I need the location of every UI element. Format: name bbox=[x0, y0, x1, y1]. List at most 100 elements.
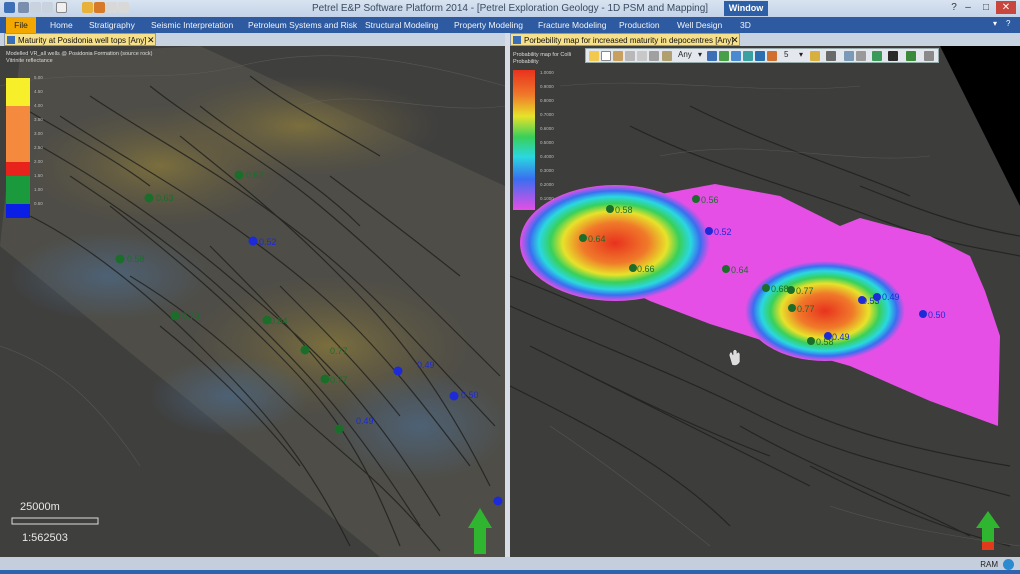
map-window-icon bbox=[513, 36, 521, 44]
well-marker[interactable]: 0.73 bbox=[170, 311, 200, 321]
settings-icon[interactable] bbox=[662, 51, 672, 61]
close-tab-icon[interactable]: ✕ bbox=[147, 34, 155, 46]
legend-swatch bbox=[6, 92, 30, 106]
legend-title: Probability map for Colli bbox=[513, 52, 572, 58]
filter-dropdown-arrow-icon[interactable]: ▾ bbox=[698, 50, 702, 59]
chart-icon[interactable] bbox=[856, 51, 866, 61]
info-icon[interactable] bbox=[649, 51, 659, 61]
probability-hotspot bbox=[520, 185, 710, 301]
legend-tick: 3.00 bbox=[34, 131, 43, 136]
well-marker[interactable]: 0.49 bbox=[873, 292, 900, 302]
close-tab-icon[interactable]: ✕ bbox=[731, 34, 739, 46]
ribbon-help-icon[interactable]: ? bbox=[1006, 19, 1010, 28]
legend-tick: 2.00 bbox=[34, 159, 43, 164]
pointer-icon[interactable] bbox=[601, 51, 611, 61]
well-label: 0.58 bbox=[127, 254, 145, 264]
legend-tick: 0.7000 bbox=[540, 112, 554, 117]
restore-button[interactable]: □ bbox=[976, 1, 996, 14]
legend-tick: 0.50 bbox=[34, 201, 43, 206]
well-label: 0.66 bbox=[637, 264, 655, 274]
home-view-icon[interactable] bbox=[707, 51, 717, 61]
maturity-zone bbox=[160, 76, 440, 176]
well-marker[interactable]: 0.58 bbox=[115, 254, 145, 264]
menu-stratigraphy[interactable]: Stratigraphy bbox=[89, 17, 135, 33]
well-marker[interactable] bbox=[493, 496, 503, 506]
step-value[interactable]: 5 bbox=[784, 50, 788, 59]
right-map-canvas[interactable]: 0.58 0.64 0.66 0.56 0.52 0.64 0.68 0.77 … bbox=[510, 46, 1020, 557]
right-map-window: Porbebility map for increased maturity i… bbox=[510, 33, 1020, 557]
legend-tick: 0.6000 bbox=[540, 126, 554, 131]
well-label: 0.62 bbox=[246, 170, 264, 180]
window-tab[interactable]: Window bbox=[724, 1, 768, 16]
legend-tick: 0.5000 bbox=[540, 140, 554, 145]
well-marker[interactable]: 0.63 bbox=[144, 193, 174, 203]
low-maturity-zone bbox=[10, 231, 210, 321]
tab-maturity-map[interactable]: Maturity at Posidonia well tops [Any] ✕ bbox=[4, 33, 156, 46]
menu-structural-modeling[interactable]: Structural Modeling bbox=[365, 17, 438, 33]
well-label: 0.63 bbox=[156, 193, 174, 203]
zoom-in-icon[interactable] bbox=[731, 51, 741, 61]
well-marker[interactable]: 0.52 bbox=[248, 236, 277, 248]
globe-icon[interactable] bbox=[906, 51, 916, 61]
status-globe-icon[interactable] bbox=[1003, 559, 1014, 570]
probability-color-legend bbox=[513, 70, 535, 210]
measure-icon[interactable] bbox=[625, 51, 635, 61]
well-label: 0.77 bbox=[330, 346, 348, 356]
menu-property-modeling[interactable]: Property Modeling bbox=[454, 17, 523, 33]
legend-tick: 5.00 bbox=[34, 75, 43, 80]
step-dropdown-arrow-icon[interactable]: ▾ bbox=[799, 50, 803, 59]
palette-icon[interactable] bbox=[810, 51, 820, 61]
light-icon[interactable] bbox=[767, 51, 777, 61]
pin-icon[interactable] bbox=[924, 51, 934, 61]
well-label: 0.49 bbox=[832, 332, 850, 342]
close-button[interactable]: ✕ bbox=[996, 1, 1016, 14]
well-label: 0.52 bbox=[259, 237, 277, 247]
menu-well-design[interactable]: Well Design bbox=[677, 17, 722, 33]
well-label: 0.49 bbox=[882, 292, 900, 302]
well-marker[interactable]: 0.77 bbox=[320, 374, 348, 386]
well-marker[interactable]: 0.62 bbox=[234, 170, 264, 180]
minimize-button[interactable]: – bbox=[958, 1, 978, 14]
legend-tick: 2.50 bbox=[34, 145, 43, 150]
filter-dropdown[interactable]: Any bbox=[678, 50, 692, 59]
well-label: 0.73 bbox=[182, 311, 200, 321]
menu-seismic-interpretation[interactable]: Seismic Interpretation bbox=[151, 17, 233, 33]
ram-indicator: RAM bbox=[980, 560, 998, 569]
menu-home[interactable]: Home bbox=[50, 17, 73, 33]
select-icon[interactable] bbox=[589, 51, 599, 61]
legend-tick: 3.50 bbox=[34, 117, 43, 122]
tab-probability-map[interactable]: Porbebility map for increased maturity i… bbox=[510, 33, 740, 46]
left-map-window: Maturity at Posidonia well tops [Any] ✕ bbox=[0, 33, 505, 557]
title-bar: Petrel E&P Software Platform 2014 - [Pet… bbox=[0, 0, 1020, 17]
ribbon-collapse-icon[interactable]: ▾ bbox=[993, 19, 997, 28]
map-icon[interactable] bbox=[872, 51, 882, 61]
menu-petroleum-systems[interactable]: Petroleum Systems and Risk bbox=[248, 17, 357, 33]
taskbar-strip bbox=[0, 570, 1020, 574]
well-label: 0.52 bbox=[714, 227, 732, 237]
well-label: 0.77 bbox=[796, 286, 814, 296]
low-maturity-zone bbox=[150, 356, 310, 436]
well-label: 0.77 bbox=[797, 304, 815, 314]
well-label: 0.58 bbox=[615, 205, 633, 215]
menu-3d[interactable]: 3D bbox=[740, 17, 751, 33]
left-map-canvas[interactable]: 0.62 0.52 0.63 0.58 0.84 0.73 0.77 0.77 … bbox=[0, 46, 505, 557]
zoom-out-icon[interactable] bbox=[743, 51, 753, 61]
fit-view-icon[interactable] bbox=[719, 51, 729, 61]
menu-file[interactable]: File bbox=[6, 17, 36, 33]
well-marker[interactable]: 0.50 bbox=[449, 390, 479, 401]
link-icon[interactable] bbox=[844, 51, 854, 61]
window-title: Petrel E&P Software Platform 2014 - [Pet… bbox=[311, 3, 709, 14]
legend-tick: 0.4000 bbox=[540, 154, 554, 159]
legend-swatch bbox=[6, 120, 30, 134]
camera-icon[interactable] bbox=[826, 51, 836, 61]
well-label: 0.49 bbox=[417, 360, 435, 370]
well-marker[interactable]: 0.84 bbox=[262, 315, 288, 327]
pan-icon[interactable] bbox=[613, 51, 623, 61]
menu-production[interactable]: Production bbox=[619, 17, 660, 33]
rotate-icon[interactable] bbox=[755, 51, 765, 61]
screenshot-icon[interactable] bbox=[888, 51, 898, 61]
zoom-icon[interactable] bbox=[637, 51, 647, 61]
legend-swatch bbox=[6, 176, 30, 190]
well-label: 0.84 bbox=[270, 316, 288, 326]
menu-fracture-modeling[interactable]: Fracture Modeling bbox=[538, 17, 607, 33]
